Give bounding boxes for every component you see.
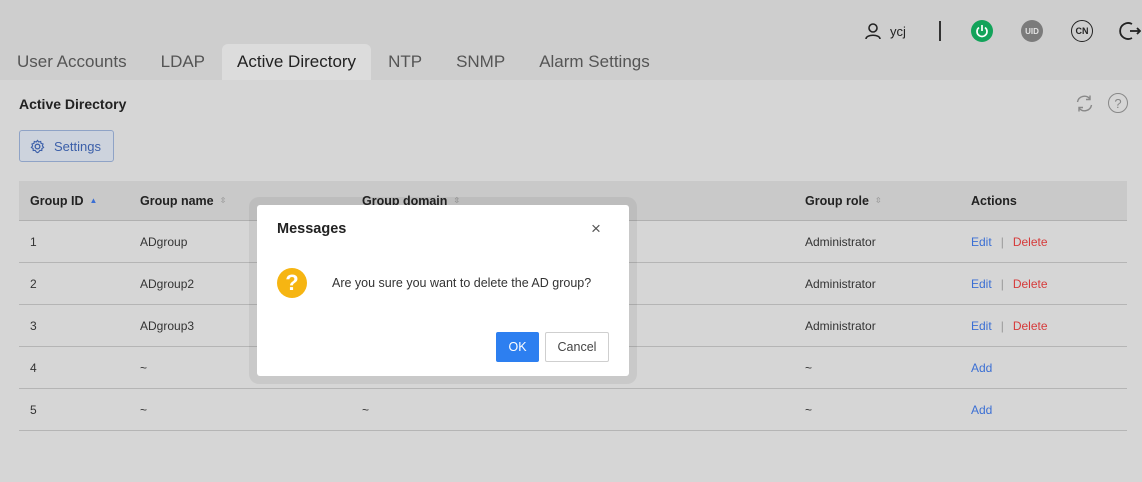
question-icon: ?: [277, 268, 307, 298]
help-icon[interactable]: ?: [1108, 93, 1128, 113]
add-link[interactable]: Add: [971, 403, 992, 417]
tab-user-accounts[interactable]: User Accounts: [0, 44, 144, 80]
group-name: ~: [140, 402, 148, 417]
group-domain: ~: [362, 402, 370, 417]
uid-icon[interactable]: UID: [1021, 20, 1043, 42]
user-icon: [865, 23, 881, 40]
group-id: 4: [30, 360, 37, 375]
edit-link[interactable]: Edit: [971, 319, 992, 333]
column-actions: Actions: [971, 193, 1017, 208]
sort-icon[interactable]: ⇳: [220, 196, 227, 205]
close-icon[interactable]: ×: [591, 220, 601, 237]
group-id: 3: [30, 318, 37, 333]
tab-ldap[interactable]: LDAP: [144, 44, 222, 80]
column-group-name[interactable]: Group name ⇳: [140, 181, 226, 220]
group-id: 1: [30, 234, 37, 249]
group-id: 5: [30, 402, 37, 417]
group-role: Administrator: [805, 276, 876, 291]
power-icon[interactable]: [971, 20, 993, 42]
dialog-title: Messages: [277, 221, 347, 237]
group-name: ~: [140, 360, 148, 375]
row-actions: Add: [971, 347, 992, 388]
action-separator: |: [1000, 318, 1004, 333]
tab-ntp[interactable]: NTP: [371, 44, 439, 80]
ok-button[interactable]: OK: [496, 332, 539, 362]
confirm-delete-dialog: Messages × ? Are you sure you want to de…: [257, 205, 629, 376]
sort-icon[interactable]: ⇳: [875, 196, 882, 205]
group-name: ADgroup3: [140, 318, 195, 333]
tab-bar: User Accounts LDAP Active Directory NTP …: [0, 44, 667, 80]
logout-icon[interactable]: [1119, 20, 1141, 42]
group-role: Administrator: [805, 318, 876, 333]
delete-link[interactable]: Delete: [1013, 235, 1048, 249]
language-icon[interactable]: CN: [1071, 20, 1093, 42]
group-role: ~: [805, 402, 813, 417]
group-name: ADgroup: [140, 234, 188, 249]
group-role: Administrator: [805, 234, 876, 249]
group-name: ADgroup2: [140, 276, 195, 291]
add-link[interactable]: Add: [971, 361, 992, 375]
dialog-message: Are you sure you want to delete the AD g…: [332, 276, 592, 290]
row-actions: Edit | Delete: [971, 221, 1048, 262]
table-row: 5 ~ ~ ~ Add: [19, 389, 1127, 431]
top-bar: ycj UID CN User Accounts LDAP Active Dir…: [0, 0, 1142, 80]
delete-link[interactable]: Delete: [1013, 319, 1048, 333]
group-id: 2: [30, 276, 37, 291]
column-group-id[interactable]: Group ID ▲: [30, 181, 97, 220]
tab-snmp[interactable]: SNMP: [439, 44, 522, 80]
action-separator: |: [1000, 276, 1004, 291]
cancel-button[interactable]: Cancel: [545, 332, 609, 362]
action-separator: |: [1000, 234, 1004, 249]
column-group-role[interactable]: Group role ⇳: [805, 181, 882, 220]
row-actions: Add: [971, 389, 992, 430]
row-actions: Edit | Delete: [971, 305, 1048, 346]
page-title: Active Directory: [19, 96, 127, 112]
edit-link[interactable]: Edit: [971, 277, 992, 291]
delete-link[interactable]: Delete: [1013, 277, 1048, 291]
sort-asc-icon[interactable]: ▲: [89, 196, 97, 205]
gear-icon: [30, 138, 45, 153]
edit-link[interactable]: Edit: [971, 235, 992, 249]
header-divider: [939, 21, 941, 41]
tab-alarm-settings[interactable]: Alarm Settings: [522, 44, 667, 80]
tab-active-directory[interactable]: Active Directory: [222, 44, 372, 80]
refresh-icon[interactable]: [1074, 93, 1095, 119]
group-role: ~: [805, 360, 813, 375]
settings-button[interactable]: Settings: [19, 130, 114, 162]
user-menu[interactable]: ycj: [864, 20, 906, 42]
username: ycj: [890, 23, 906, 39]
row-actions: Edit | Delete: [971, 263, 1048, 304]
settings-label: Settings: [54, 138, 101, 154]
